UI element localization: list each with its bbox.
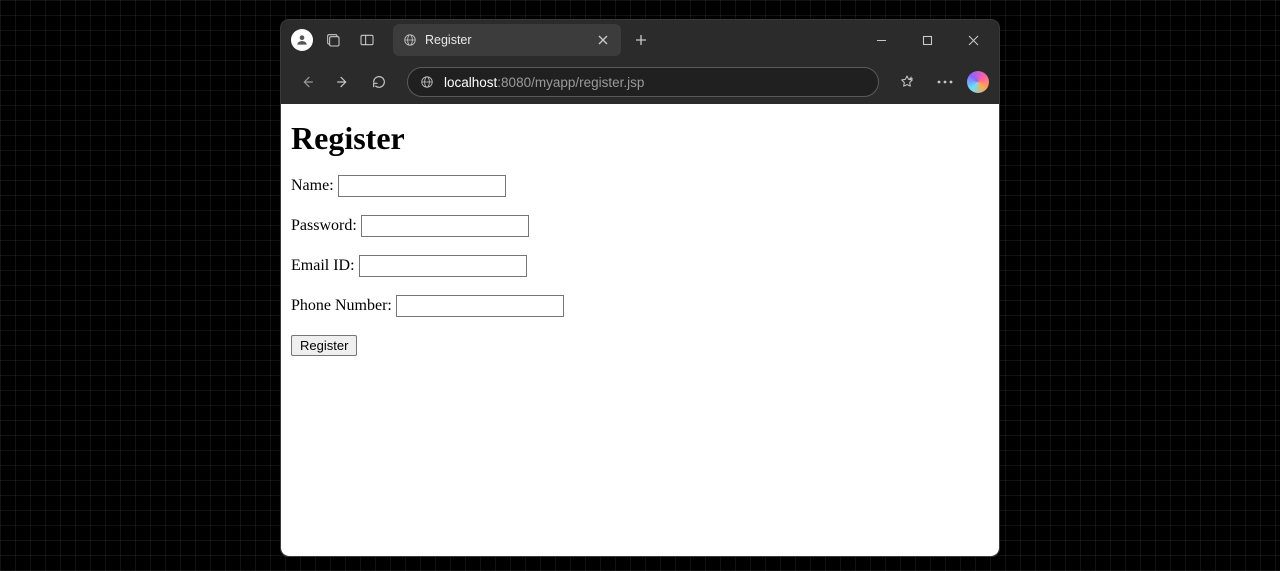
refresh-button[interactable] — [363, 66, 395, 98]
email-label: Email ID: — [291, 257, 355, 275]
copilot-button[interactable] — [967, 71, 989, 93]
page-content: Register Name: Password: Email ID: Phone… — [281, 104, 999, 556]
password-label: Password: — [291, 217, 357, 235]
browser-tab[interactable]: Register — [393, 24, 621, 56]
close-window-button[interactable] — [953, 25, 993, 55]
url-path: :8080/myapp/register.jsp — [497, 75, 644, 90]
workspaces-icon — [325, 32, 341, 48]
back-button[interactable] — [291, 66, 323, 98]
more-button[interactable] — [929, 66, 961, 98]
arrow-left-icon — [299, 74, 315, 90]
tab-title: Register — [425, 33, 587, 47]
more-icon — [937, 80, 953, 84]
address-bar[interactable]: localhost:8080/myapp/register.jsp — [407, 67, 879, 97]
star-plus-icon — [899, 74, 915, 90]
password-input[interactable] — [361, 215, 529, 237]
person-icon — [295, 33, 309, 47]
plus-icon — [635, 34, 647, 46]
forward-button[interactable] — [327, 66, 359, 98]
maximize-button[interactable] — [907, 25, 947, 55]
phone-input[interactable] — [396, 295, 564, 317]
favorites-button[interactable] — [891, 66, 923, 98]
url-text: localhost:8080/myapp/register.jsp — [444, 75, 644, 90]
page-heading: Register — [291, 120, 989, 157]
new-tab-button[interactable] — [627, 26, 655, 54]
tab-actions-button[interactable] — [353, 26, 381, 54]
toolbar: localhost:8080/myapp/register.jsp — [281, 60, 999, 104]
globe-icon — [403, 33, 417, 47]
tab-actions-icon — [359, 32, 375, 48]
register-button[interactable]: Register — [291, 335, 357, 356]
profile-button[interactable] — [291, 29, 313, 51]
titlebar: Register — [281, 20, 999, 60]
minimize-button[interactable] — [861, 25, 901, 55]
name-input[interactable] — [338, 175, 506, 197]
close-icon — [968, 35, 979, 46]
close-tab-button[interactable] — [595, 32, 611, 48]
refresh-icon — [371, 74, 387, 90]
workspaces-button[interactable] — [319, 26, 347, 54]
globe-icon — [420, 75, 434, 89]
minimize-icon — [876, 35, 887, 46]
email-input[interactable] — [359, 255, 527, 277]
arrow-right-icon — [335, 74, 351, 90]
close-icon — [598, 35, 608, 45]
phone-label: Phone Number: — [291, 297, 392, 315]
url-host: localhost — [444, 75, 497, 90]
name-label: Name: — [291, 177, 334, 195]
browser-window: Register local — [281, 20, 999, 556]
maximize-icon — [922, 35, 933, 46]
